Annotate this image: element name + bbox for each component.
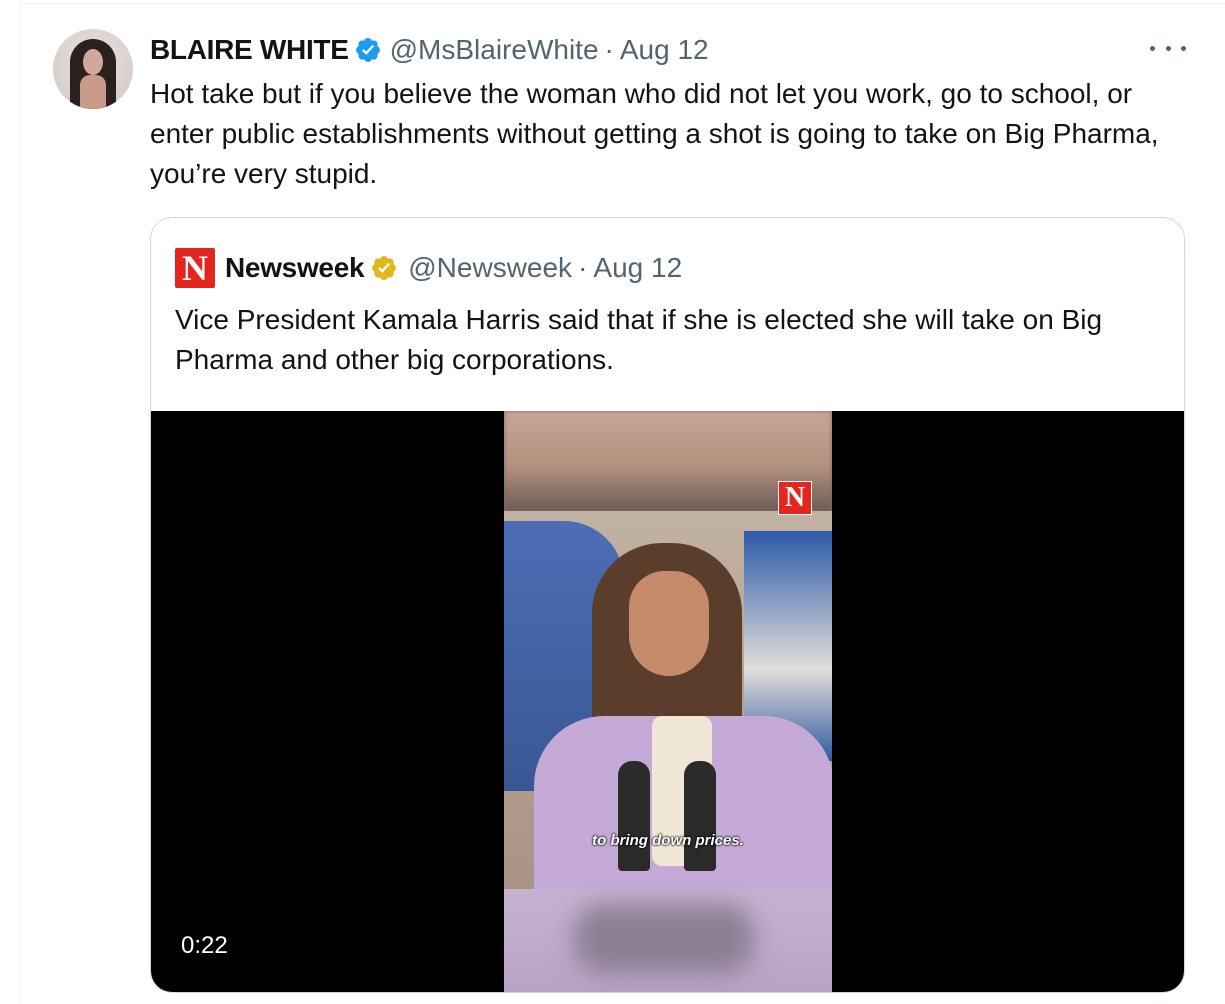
quoted-author-handle[interactable]: @Newsweek [408, 252, 572, 284]
tweet-text: Hot take but if you believe the woman wh… [150, 78, 1159, 189]
microphone-icon [684, 761, 716, 871]
quoted-tweet-card[interactable]: N Newsweek @Newsweek · Aug 12 Vice Presi… [150, 217, 1185, 993]
author-handle[interactable]: @MsBlaireWhite [390, 34, 599, 66]
microphone-icon [618, 761, 650, 871]
more-options-icon[interactable] [1150, 36, 1186, 60]
newsweek-logo-icon[interactable]: N [175, 248, 215, 288]
tweet-date[interactable]: Aug 12 [620, 34, 709, 66]
video-player[interactable]: N to bring down prices. 0:22 [151, 411, 1184, 992]
more-dot [1150, 45, 1155, 51]
avatar-body [80, 75, 106, 109]
author-avatar[interactable] [53, 29, 133, 109]
video-frame: N to bring down prices. [504, 411, 832, 992]
more-dot [1165, 45, 1171, 51]
quoted-tweet-date[interactable]: Aug 12 [593, 252, 682, 284]
tweet-header: BLAIRE WHITE @MsBlaireWhite · Aug 12 [150, 30, 709, 70]
quoted-author-name[interactable]: Newsweek [225, 252, 365, 284]
speaker-face [629, 571, 709, 676]
video-blurred-bottom [504, 889, 832, 992]
video-watermark-logo: N [778, 481, 812, 515]
verified-blue-check-icon[interactable] [354, 36, 382, 64]
author-name[interactable]: BLAIRE WHITE [150, 34, 349, 66]
video-caption: to bring down prices. [592, 832, 744, 849]
video-duration: 0:22 [181, 932, 228, 959]
avatar-face [83, 49, 103, 75]
separator-dot: · [604, 34, 614, 65]
separator-dot: · [578, 252, 588, 283]
verified-gold-check-icon[interactable] [370, 254, 398, 282]
quoted-tweet-header: N Newsweek @Newsweek · Aug 12 [175, 248, 682, 288]
more-dot [1181, 45, 1186, 51]
quoted-tweet-text: Vice President Kamala Harris said that i… [175, 304, 1103, 375]
